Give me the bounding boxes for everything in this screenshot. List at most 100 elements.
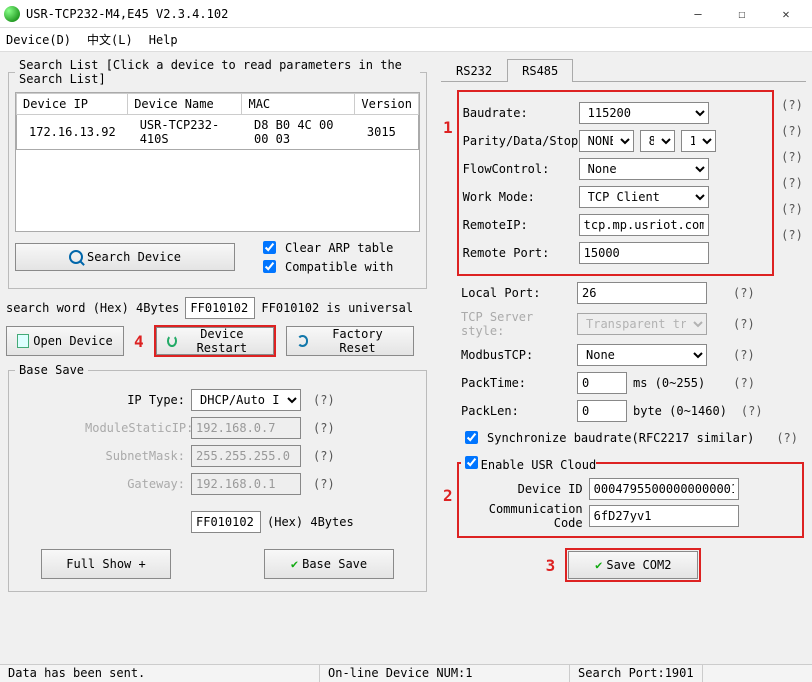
stop-select[interactable]: 1: [681, 130, 716, 152]
open-device-button[interactable]: Open Device: [6, 326, 124, 356]
status-online: On-line Device NUM:1: [320, 665, 570, 682]
localport-label: Local Port:: [461, 286, 571, 300]
parity-select[interactable]: NONE: [579, 130, 634, 152]
base-save-button[interactable]: ✔ Base Save: [264, 549, 394, 579]
help-icon[interactable]: (?): [781, 124, 803, 138]
help-icon[interactable]: (?): [733, 376, 755, 390]
packtime-input[interactable]: [577, 372, 627, 394]
menu-help[interactable]: Help: [149, 33, 178, 47]
hex-input[interactable]: [191, 511, 261, 533]
remoteport-label: Remote Port:: [463, 246, 573, 260]
col-ip[interactable]: Device IP: [17, 94, 128, 115]
search-word-hint: FF010102 is universal: [261, 301, 413, 315]
parity-label: Parity/Data/Stop:: [463, 134, 573, 148]
packlen-label: PackLen:: [461, 404, 571, 418]
help-icon[interactable]: (?): [313, 477, 335, 491]
subnet-input: [191, 445, 301, 467]
work-select[interactable]: TCP Client: [579, 186, 709, 208]
remoteip-input[interactable]: [579, 214, 709, 236]
static-ip-label: ModuleStaticIP:: [85, 421, 185, 435]
tab-rs485[interactable]: RS485: [507, 59, 573, 82]
flow-select[interactable]: None: [579, 158, 709, 180]
base-save-legend: Base Save: [15, 363, 88, 377]
app-icon: [4, 6, 20, 22]
status-sent: Data has been sent.: [0, 665, 320, 682]
tcpstyle-label: TCP Server style:: [461, 310, 571, 338]
help-icon[interactable]: (?): [313, 421, 335, 435]
data-select[interactable]: 8: [640, 130, 675, 152]
help-icon[interactable]: (?): [781, 176, 803, 190]
restart-icon: [167, 335, 177, 347]
search-list-legend: Search List [Click a device to read para…: [15, 58, 420, 86]
device-table[interactable]: Device IP Device Name MAC Version 172.16…: [16, 93, 419, 150]
tab-rs232[interactable]: RS232: [441, 59, 507, 82]
status-bar: Data has been sent. On-line Device NUM:1…: [0, 664, 812, 682]
factory-reset-button[interactable]: Factory Reset: [286, 326, 414, 356]
search-device-button[interactable]: Search Device: [15, 243, 235, 271]
check-icon: ✔: [595, 558, 602, 572]
table-row[interactable]: 172.16.13.92 USR-TCP232-410S D8 B0 4C 00…: [17, 115, 419, 150]
menu-lang[interactable]: 中文(L): [87, 31, 133, 48]
help-icon[interactable]: (?): [781, 98, 803, 112]
annotation-1: 1: [443, 118, 453, 137]
col-ver[interactable]: Version: [355, 94, 419, 115]
help-icon[interactable]: (?): [313, 393, 335, 407]
annotation-4: 4: [134, 332, 144, 351]
search-list-group: Search List [Click a device to read para…: [8, 58, 427, 289]
search-icon: [69, 250, 83, 264]
search-word-input[interactable]: [185, 297, 255, 319]
help-icon[interactable]: (?): [313, 449, 335, 463]
status-port: Search Port:1901: [570, 665, 703, 682]
maximize-button[interactable]: ☐: [720, 0, 764, 28]
menu-device[interactable]: Device(D): [6, 33, 71, 47]
remoteip-label: RemoteIP:: [463, 218, 573, 232]
localport-input[interactable]: [577, 282, 707, 304]
tcpstyle-select: Transparent transmi: [577, 313, 707, 335]
baud-select[interactable]: 115200: [579, 102, 709, 124]
close-button[interactable]: ✕: [764, 0, 808, 28]
check-icon: ✔: [291, 557, 298, 571]
gateway-input: [191, 473, 301, 495]
help-icon[interactable]: (?): [741, 404, 763, 418]
devid-input[interactable]: [589, 478, 739, 500]
work-label: Work Mode:: [463, 190, 573, 204]
gateway-label: Gateway:: [85, 477, 185, 491]
modbus-label: ModbusTCP:: [461, 348, 571, 362]
full-show-button[interactable]: Full Show +: [41, 549, 171, 579]
commcode-input[interactable]: [589, 505, 739, 527]
device-restart-button[interactable]: Device Restart: [156, 327, 274, 355]
modbus-select[interactable]: None: [577, 344, 707, 366]
enable-cloud-checkbox[interactable]: [465, 456, 478, 469]
save-com-button[interactable]: ✔ Save COM2: [568, 551, 698, 579]
base-save-group: Base Save IP Type: DHCP/Auto II (?) Modu…: [8, 363, 427, 592]
help-icon[interactable]: (?): [733, 317, 755, 331]
baud-label: Baudrate:: [463, 106, 573, 120]
minimize-button[interactable]: —: [676, 0, 720, 28]
annotation-3: 3: [546, 556, 556, 575]
search-word-label: search word (Hex) 4Bytes: [6, 301, 179, 315]
window-title: USR-TCP232-M4,E45 V2.3.4.102: [26, 7, 676, 21]
help-icon[interactable]: (?): [781, 150, 803, 164]
flow-label: FlowControl:: [463, 162, 573, 176]
clear-arp-checkbox[interactable]: [263, 241, 276, 254]
remoteport-input[interactable]: [579, 242, 709, 264]
help-icon[interactable]: (?): [776, 431, 798, 445]
file-icon: [17, 334, 29, 348]
reset-icon: [297, 335, 309, 347]
help-icon[interactable]: (?): [781, 202, 803, 216]
hex-hint: (Hex) 4Bytes: [267, 515, 354, 529]
help-icon[interactable]: (?): [733, 348, 755, 362]
ip-type-select[interactable]: DHCP/Auto II: [191, 389, 301, 411]
devid-label: Device ID: [461, 482, 583, 496]
annotation-2: 2: [443, 486, 453, 505]
ip-type-label: IP Type:: [85, 393, 185, 407]
subnet-label: SubnetMask:: [85, 449, 185, 463]
packlen-input[interactable]: [577, 400, 627, 422]
col-name[interactable]: Device Name: [128, 94, 242, 115]
help-icon[interactable]: (?): [733, 286, 755, 300]
col-mac[interactable]: MAC: [242, 94, 355, 115]
help-icon[interactable]: (?): [781, 228, 803, 242]
packtime-label: PackTime:: [461, 376, 571, 390]
compatible-checkbox[interactable]: [263, 260, 276, 273]
sync-baud-checkbox[interactable]: [465, 431, 478, 444]
